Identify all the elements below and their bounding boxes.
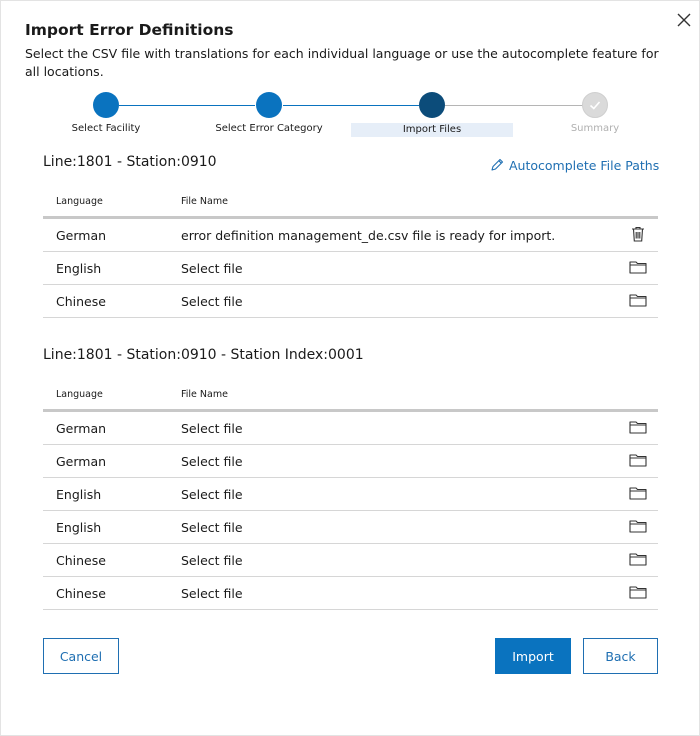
pencil-icon (491, 158, 504, 171)
step-3-label: Import Files (351, 123, 513, 137)
step-connector (119, 105, 255, 106)
section-title-station: Line:1801 - Station:0910 (43, 154, 217, 170)
folder-icon (629, 552, 647, 566)
table-row: Chinese Select file (43, 543, 658, 577)
language-column-header: Language (43, 186, 181, 219)
step-connector (283, 105, 419, 106)
check-icon (589, 101, 601, 110)
station-files-table: Language File Name German error definiti… (43, 186, 658, 318)
cancel-button[interactable]: Cancel (43, 638, 119, 674)
autocomplete-label: Autocomplete File Paths (509, 157, 660, 173)
folder-icon (629, 260, 647, 274)
browse-file-button[interactable] (629, 519, 647, 533)
table-row: German error definition management_de.cs… (43, 217, 658, 252)
select-file-cell[interactable]: Select file (181, 251, 618, 285)
trash-icon (632, 226, 644, 242)
folder-icon (629, 519, 647, 533)
language-cell: English (43, 251, 181, 285)
browse-file-button[interactable] (629, 453, 647, 467)
close-icon (677, 13, 691, 27)
delete-file-button[interactable] (631, 226, 645, 242)
browse-file-button[interactable] (629, 585, 647, 599)
select-file-cell[interactable]: Select file (181, 410, 618, 445)
folder-icon (629, 420, 647, 434)
language-cell: Chinese (43, 576, 181, 610)
browse-file-button[interactable] (629, 486, 647, 500)
file-name-column-header: File Name (181, 186, 618, 219)
stepper: Select Facility Select Error Category Im… (1, 87, 700, 137)
file-name-column-header: File Name (181, 379, 618, 412)
file-name-cell: error definition management_de.csv file … (181, 217, 618, 252)
select-file-cell[interactable]: Select file (181, 477, 618, 511)
table-header-row: Language File Name (43, 379, 658, 412)
browse-file-button[interactable] (629, 420, 647, 434)
close-button[interactable] (673, 9, 695, 31)
step-4-label: Summary (570, 123, 620, 134)
table-row: English Select file (43, 510, 658, 544)
select-file-cell[interactable]: Select file (181, 284, 618, 318)
table-row: German Select file (43, 444, 658, 478)
folder-icon (629, 486, 647, 500)
import-error-definitions-dialog: Import Error Definitions Select the CSV … (0, 0, 700, 736)
step-1-label: Select Facility (71, 123, 141, 134)
station-index-files-table: Language File Name German Select file Ge… (43, 379, 658, 610)
browse-file-button[interactable] (629, 260, 647, 274)
table-header-row: Language File Name (43, 186, 658, 219)
back-button[interactable]: Back (583, 638, 658, 674)
language-cell: German (43, 410, 181, 445)
table-row: Chinese Select file (43, 284, 658, 318)
table-row: German Select file (43, 410, 658, 445)
dialog-subtitle: Select the CSV file with translations fo… (25, 46, 659, 79)
select-file-cell[interactable]: Select file (181, 576, 618, 610)
browse-file-button[interactable] (629, 293, 647, 307)
language-cell: German (43, 444, 181, 478)
language-cell: English (43, 477, 181, 511)
step-1-indicator (93, 92, 119, 118)
section-title-station-index: Line:1801 - Station:0910 - Station Index… (43, 347, 364, 363)
action-column-header (618, 379, 658, 412)
language-cell: Chinese (43, 543, 181, 577)
autocomplete-file-paths-link[interactable]: Autocomplete File Paths (489, 157, 659, 173)
step-connector (445, 105, 583, 106)
step-4-indicator (582, 92, 608, 118)
select-file-cell[interactable]: Select file (181, 510, 618, 544)
select-file-cell[interactable]: Select file (181, 543, 618, 577)
table-row: Chinese Select file (43, 576, 658, 610)
dialog-title: Import Error Definitions (25, 21, 234, 39)
action-column-header (618, 186, 658, 219)
language-cell: Chinese (43, 284, 181, 318)
step-3-indicator (419, 92, 445, 118)
browse-file-button[interactable] (629, 552, 647, 566)
language-cell: English (43, 510, 181, 544)
folder-icon (629, 585, 647, 599)
step-2-indicator (256, 92, 282, 118)
folder-icon (629, 453, 647, 467)
language-cell: German (43, 217, 181, 252)
folder-icon (629, 293, 647, 307)
select-file-cell[interactable]: Select file (181, 444, 618, 478)
import-button[interactable]: Import (495, 638, 571, 674)
language-column-header: Language (43, 379, 181, 412)
table-row: English Select file (43, 251, 658, 285)
table-row: English Select file (43, 477, 658, 511)
step-2-label: Select Error Category (215, 123, 323, 134)
